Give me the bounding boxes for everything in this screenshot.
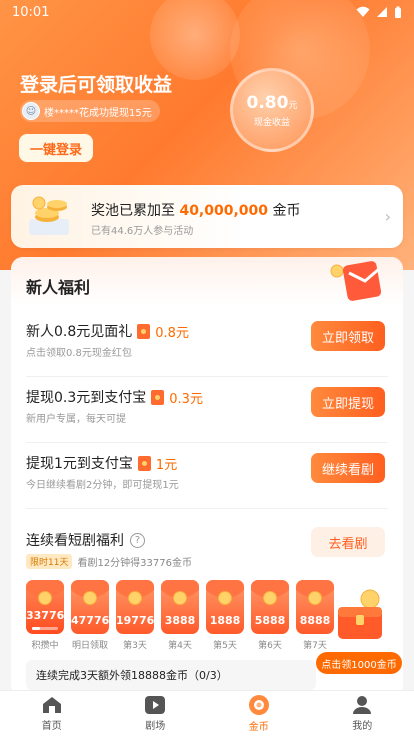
user-icon xyxy=(353,696,372,714)
day-reward-card[interactable]: 3888 第4天 xyxy=(161,580,199,651)
wifi-icon xyxy=(356,6,370,17)
red-envelope-icon xyxy=(137,323,151,339)
task-reward: 0.8元 xyxy=(155,325,189,341)
day-label: 明日领取 xyxy=(71,641,108,651)
coin-icon xyxy=(308,591,322,605)
ticker-text: 楼*****花成功提现15元 xyxy=(44,107,152,119)
day-reward-card[interactable]: 19776 第3天 xyxy=(116,580,154,651)
prize-pool-card[interactable]: 奖池已累加至 40,000,000 金币 已有44.6万人参与活动 › xyxy=(11,185,403,248)
claim-now-button[interactable]: 立即领取 xyxy=(311,321,385,351)
home-icon xyxy=(42,697,61,713)
cash-earnings-circle[interactable]: 0.80元 现金收益 xyxy=(230,68,314,152)
task-withdraw-03: 提现0.3元到支付宝 0.3元 新用户专属，每天可提 立即提现 xyxy=(26,377,388,443)
login-button[interactable]: 一键登录 xyxy=(19,134,93,162)
play-icon xyxy=(145,696,166,714)
day-reward-card[interactable]: 47776 明日领取 xyxy=(71,580,109,651)
day-label: 第6天 xyxy=(258,641,282,651)
red-envelope-icon xyxy=(330,261,382,301)
task-newbie-gift: 新人0.8元见面礼 0.8元 点击领取0.8元现金红包 立即领取 xyxy=(26,311,388,377)
tab-label: 我的 xyxy=(352,721,373,732)
go-watch-button[interactable]: 去看剧 xyxy=(311,527,385,557)
task-withdraw-1: 提现1元到支付宝 1元 今日继续看剧2分钟，即可提现1元 继续看剧 xyxy=(26,443,388,509)
day-label: 第7天 xyxy=(303,641,327,651)
streak-subtitle: 看剧12分钟得33776金币 xyxy=(77,558,192,569)
status-time: 10:01 xyxy=(12,4,50,20)
task-subtitle: 点击领取0.8元现金红包 xyxy=(26,348,132,359)
battery-icon xyxy=(395,6,401,18)
coin-icon xyxy=(173,591,187,605)
day-value: 47776 xyxy=(71,614,109,627)
tab-theater[interactable]: 剧场 xyxy=(104,691,208,736)
signal-icon xyxy=(377,7,387,17)
continue-watching-button[interactable]: 继续看剧 xyxy=(311,453,385,483)
day-label: 积攒中 xyxy=(31,641,59,651)
day-reward-card[interactable]: 8888 第7天 xyxy=(296,580,334,651)
coin-stack-icon xyxy=(29,196,69,235)
task-subtitle: 今日继续看剧2分钟，即可提现1元 xyxy=(26,480,179,491)
progress-bar xyxy=(32,627,58,630)
coin-icon xyxy=(218,591,232,605)
day-label: 第5天 xyxy=(213,641,237,651)
pool-title: 奖池已累加至 40,000,000 金币 xyxy=(91,203,301,219)
coin-icon xyxy=(38,591,52,605)
pool-subtitle: 已有44.6万人参与活动 xyxy=(91,226,194,237)
avatar: ☺ xyxy=(22,102,40,120)
task-title: 提现1元到支付宝 xyxy=(26,456,133,472)
streak-bonus-text: 连续完成3天额外领18888金币（0/3） xyxy=(26,660,316,690)
task-title: 新人0.8元见面礼 xyxy=(26,324,133,340)
task-title: 提现0.3元到支付宝 xyxy=(26,390,147,406)
day-value: 5888 xyxy=(254,614,286,627)
task-reward: 0.3元 xyxy=(169,391,203,407)
task-subtitle: 新用户专属，每天可提 xyxy=(26,414,126,425)
withdraw-ticker: ☺ 楼*****花成功提现15元 xyxy=(20,100,160,122)
coin-icon xyxy=(83,591,97,605)
tab-profile[interactable]: 我的 xyxy=(311,691,414,736)
streak-title: 连续看短剧福利 xyxy=(26,533,124,549)
day-reward-card[interactable]: 1888 第5天 xyxy=(206,580,244,651)
day-reward-card[interactable]: 33776 积攒中 xyxy=(26,580,64,651)
tab-coins[interactable]: 金币 xyxy=(207,691,311,736)
cash-label: 现金收益 xyxy=(253,117,290,128)
coin-icon xyxy=(263,591,277,605)
withdraw-now-button[interactable]: 立即提现 xyxy=(311,387,385,417)
help-icon[interactable]: ? xyxy=(130,532,145,548)
tab-label: 首页 xyxy=(41,721,62,732)
coin-icon xyxy=(248,695,269,715)
chevron-right-icon: › xyxy=(384,207,391,226)
day-label: 第4天 xyxy=(168,641,192,651)
day-label: 第3天 xyxy=(123,641,147,651)
day-value: 19776 xyxy=(116,614,154,627)
day-value: 1888 xyxy=(209,614,241,627)
tab-label: 金币 xyxy=(248,722,269,733)
cash-unit: 元 xyxy=(288,100,298,111)
day-value: 8888 xyxy=(299,614,331,627)
red-envelope-icon xyxy=(151,389,165,405)
red-envelope-icon xyxy=(137,455,151,471)
limit-badge: 限时11天 xyxy=(26,554,73,569)
day-value: 3888 xyxy=(164,614,196,627)
day-rewards: 33776 积攒中 47776 明日领取 19776 第3天 3888 第4天 … xyxy=(26,580,334,651)
claim-chest-button[interactable]: 点击领1000金币 xyxy=(316,652,402,674)
coin-icon xyxy=(128,591,142,605)
tab-home[interactable]: 首页 xyxy=(0,691,104,736)
task-reward: 1元 xyxy=(155,457,178,473)
tab-label: 剧场 xyxy=(145,721,166,732)
page-title: 登录后可领取收益 xyxy=(20,74,173,96)
day-reward-card[interactable]: 5888 第6天 xyxy=(251,580,289,651)
bottom-tab-bar: 首页 剧场 金币 我的 xyxy=(0,690,414,736)
treasure-chest-icon[interactable] xyxy=(330,585,390,645)
section-title: 新人福利 xyxy=(26,278,91,297)
status-bar: 10:01 xyxy=(0,0,414,24)
day-value: 33776 xyxy=(26,609,64,622)
pool-amount: 40,000,000 xyxy=(179,203,269,219)
cash-amount: 0.80 xyxy=(246,92,289,113)
